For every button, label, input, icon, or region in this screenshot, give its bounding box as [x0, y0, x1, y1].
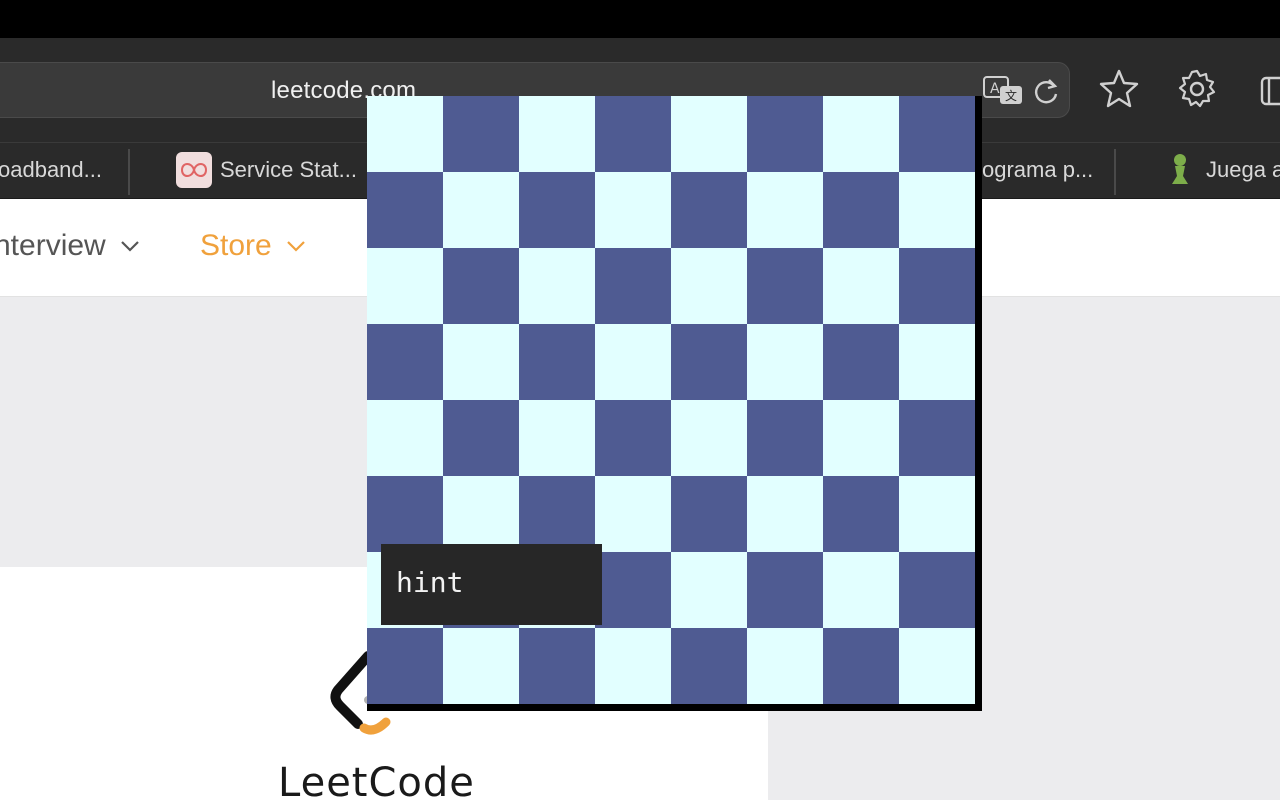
- hint-button[interactable]: hint: [381, 544, 602, 625]
- board-square[interactable]: [367, 324, 443, 400]
- bookmark-separator: [128, 149, 130, 195]
- board-square[interactable]: [823, 552, 899, 628]
- board-square[interactable]: [899, 400, 975, 476]
- nav-store-label: Store: [200, 229, 272, 262]
- tabs-overview-icon[interactable]: [1256, 70, 1280, 110]
- board-square[interactable]: [671, 476, 747, 552]
- board-square[interactable]: [671, 172, 747, 248]
- board-square[interactable]: [443, 172, 519, 248]
- board-square[interactable]: [899, 96, 975, 172]
- board-square[interactable]: [595, 552, 671, 628]
- board-square[interactable]: [367, 248, 443, 324]
- board-square[interactable]: [823, 628, 899, 704]
- bookmark-item[interactable]: ograma p...: [982, 157, 1093, 183]
- board-square[interactable]: [443, 400, 519, 476]
- board-square[interactable]: [671, 324, 747, 400]
- board-square[interactable]: [595, 628, 671, 704]
- chevron-down-icon: [120, 241, 139, 252]
- svg-text:文: 文: [1005, 88, 1017, 103]
- board-square[interactable]: [671, 400, 747, 476]
- board-square[interactable]: [519, 248, 595, 324]
- board-square[interactable]: [443, 324, 519, 400]
- board-square[interactable]: [367, 628, 443, 704]
- board-square[interactable]: [443, 96, 519, 172]
- board-square[interactable]: [595, 400, 671, 476]
- board-square[interactable]: [823, 400, 899, 476]
- leetcode-logo-text: LeetCode: [278, 760, 475, 800]
- board-square[interactable]: [367, 476, 443, 552]
- board-square[interactable]: [595, 324, 671, 400]
- board-square[interactable]: [899, 552, 975, 628]
- board-square[interactable]: [899, 628, 975, 704]
- board-square[interactable]: [899, 172, 975, 248]
- board-square[interactable]: [367, 96, 443, 172]
- hint-button-label: hint: [396, 566, 464, 599]
- board-square[interactable]: [823, 476, 899, 552]
- nav-store[interactable]: Store: [200, 229, 306, 263]
- bookmark-item[interactable]: oadband...: [0, 157, 102, 183]
- bookmark-star-icon[interactable]: [1098, 68, 1140, 110]
- board-square[interactable]: [671, 96, 747, 172]
- board-square[interactable]: [443, 476, 519, 552]
- board-square[interactable]: [823, 96, 899, 172]
- nav-interview[interactable]: nterview: [0, 229, 140, 263]
- board-square[interactable]: [443, 628, 519, 704]
- board-square[interactable]: [443, 248, 519, 324]
- board-square[interactable]: [519, 96, 595, 172]
- board-square[interactable]: [823, 248, 899, 324]
- board-square[interactable]: [671, 552, 747, 628]
- service-status-favicon-icon: [176, 152, 212, 188]
- board-square[interactable]: [595, 248, 671, 324]
- board-square[interactable]: [747, 400, 823, 476]
- bookmark-separator: [1114, 149, 1116, 195]
- chess-pawn-favicon-icon: [1172, 154, 1188, 184]
- nav-interview-label: nterview: [0, 229, 106, 262]
- gear-icon[interactable]: [1176, 68, 1218, 110]
- board-square[interactable]: [595, 96, 671, 172]
- board-square[interactable]: [899, 248, 975, 324]
- game-window: hint: [367, 96, 982, 711]
- board-square[interactable]: [747, 552, 823, 628]
- board-square[interactable]: [747, 628, 823, 704]
- board-square[interactable]: [899, 476, 975, 552]
- board-square[interactable]: [367, 400, 443, 476]
- translate-icon[interactable]: A 文: [982, 74, 1024, 108]
- board-square[interactable]: [823, 324, 899, 400]
- board-square[interactable]: [747, 172, 823, 248]
- board-square[interactable]: [519, 172, 595, 248]
- board-square[interactable]: [899, 324, 975, 400]
- bookmark-item[interactable]: Juega a: [1206, 157, 1280, 183]
- board-square[interactable]: [519, 476, 595, 552]
- board-square[interactable]: [747, 96, 823, 172]
- bookmark-item[interactable]: Service Stat...: [220, 157, 357, 183]
- board-square[interactable]: [671, 248, 747, 324]
- board-square[interactable]: [595, 476, 671, 552]
- board-square[interactable]: [519, 324, 595, 400]
- board-square[interactable]: [747, 476, 823, 552]
- board-square[interactable]: [367, 172, 443, 248]
- board-square[interactable]: [747, 324, 823, 400]
- board-square[interactable]: [595, 172, 671, 248]
- board-square[interactable]: [823, 172, 899, 248]
- reload-icon[interactable]: [1032, 76, 1060, 106]
- board-square[interactable]: [671, 628, 747, 704]
- board-square[interactable]: [519, 400, 595, 476]
- board-square[interactable]: [519, 628, 595, 704]
- board-square[interactable]: [747, 248, 823, 324]
- svg-text:A: A: [990, 81, 1000, 97]
- chevron-down-icon: [286, 241, 305, 252]
- window-top-bar: [0, 0, 1280, 38]
